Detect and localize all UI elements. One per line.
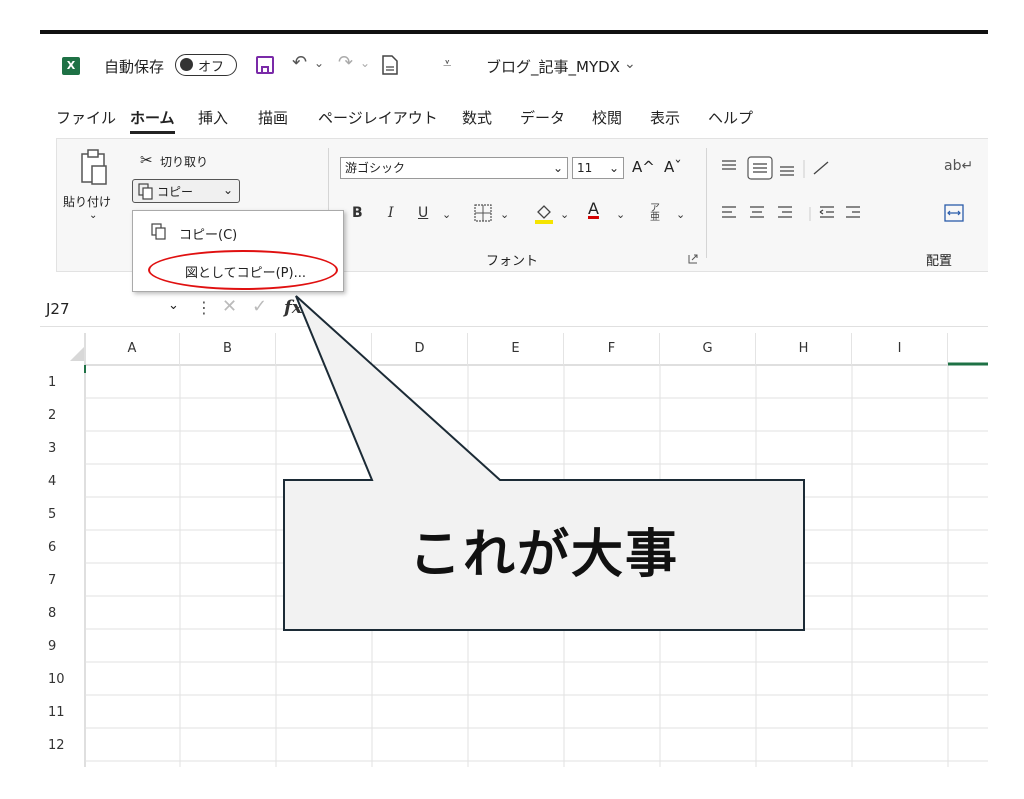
callout-shape xyxy=(283,295,805,631)
callout-text: これが大事 xyxy=(408,525,679,585)
